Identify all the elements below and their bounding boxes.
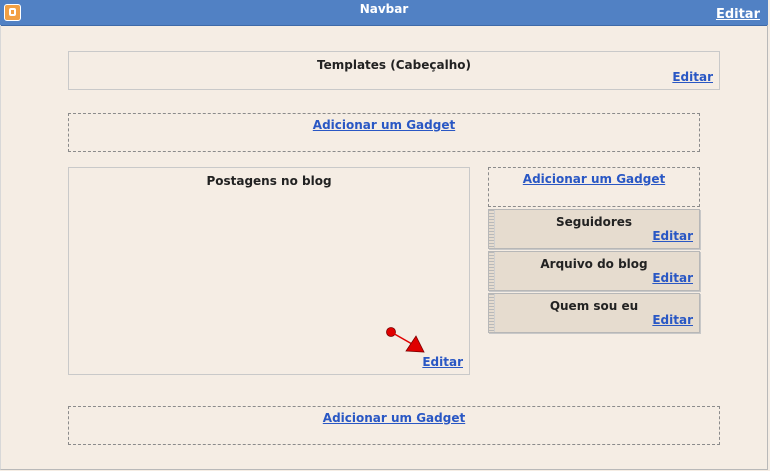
blog-posts-title: Postagens no blog (206, 174, 332, 188)
widget-edit-link[interactable]: Editar (652, 229, 693, 243)
navbar: Navbar Editar (0, 0, 768, 26)
widget-followers[interactable]: Seguidores Editar (488, 209, 700, 249)
widget-edit-link[interactable]: Editar (652, 313, 693, 327)
widget-about-me[interactable]: Quem sou eu Editar (488, 293, 700, 333)
header-edit-link[interactable]: Editar (672, 70, 713, 84)
add-gadget-area-sidebar: Adicionar um Gadget (488, 167, 700, 207)
pointer-arrow-icon (386, 327, 425, 353)
widget-blog-archive[interactable]: Arquivo do blog Editar (488, 251, 700, 291)
widget-edit-link[interactable]: Editar (652, 271, 693, 285)
add-gadget-area-footer: Adicionar um Gadget (68, 406, 720, 445)
header-title: Templates (Cabeçalho) (317, 58, 471, 72)
add-gadget-link-top[interactable]: Adicionar um Gadget (69, 118, 699, 132)
widget-title: Arquivo do blog (540, 257, 648, 271)
navbar-title: Navbar (359, 2, 409, 16)
navbar-edit-link[interactable]: Editar (716, 7, 760, 22)
add-gadget-link-sidebar[interactable]: Adicionar um Gadget (489, 172, 699, 186)
widget-title: Quem sou eu (549, 299, 639, 313)
add-gadget-link-footer[interactable]: Adicionar um Gadget (69, 411, 719, 425)
widget-title: Seguidores (555, 215, 633, 229)
add-gadget-area-top: Adicionar um Gadget (68, 113, 700, 152)
header-section: Templates (Cabeçalho) Editar (68, 51, 720, 90)
